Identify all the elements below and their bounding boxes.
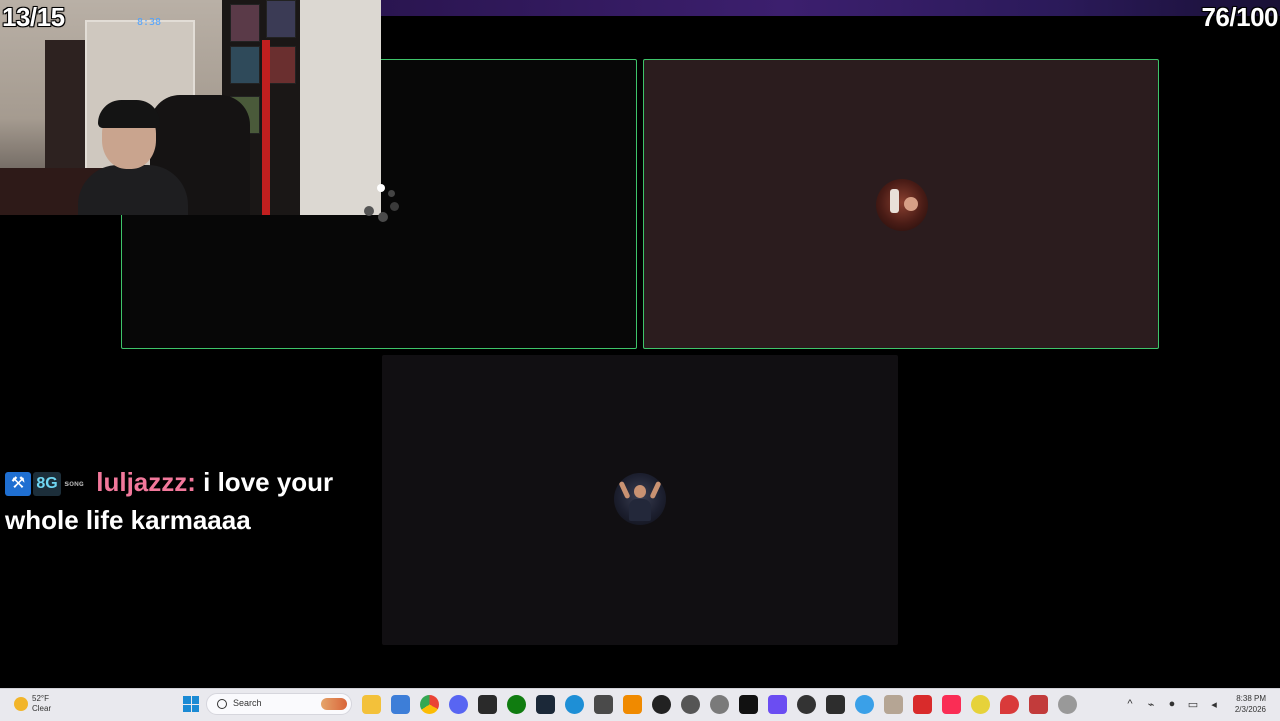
obs-icon[interactable]	[652, 695, 671, 714]
weather-temperature: 52°F	[32, 694, 49, 703]
monitor-icon[interactable]: ▭	[1187, 698, 1199, 711]
song-badge-icon: ꜱᴏɴɢ	[64, 479, 84, 489]
edge-icon[interactable]	[565, 695, 584, 714]
taskbar-date: 2/3/2026	[1234, 705, 1266, 714]
search-icon	[217, 699, 227, 709]
discord-icon[interactable]	[449, 695, 468, 714]
vlc-icon[interactable]	[623, 695, 642, 714]
search-placeholder: Search	[233, 698, 262, 708]
store-icon[interactable]	[391, 695, 410, 714]
participant-tile-3[interactable]	[382, 355, 898, 645]
app-dark-icon[interactable]	[739, 695, 758, 714]
chat-badges: ⚒ 8G ꜱᴏɴɢ	[5, 472, 85, 497]
sun-icon	[14, 697, 28, 711]
chevron-up-icon[interactable]: ^	[1124, 698, 1136, 711]
app-face-icon[interactable]	[971, 695, 990, 714]
webcam-clock-label: 8:38	[137, 17, 162, 28]
app-blue-icon[interactable]	[855, 695, 874, 714]
chrome-icon[interactable]	[420, 695, 439, 714]
network-icon[interactable]: ⌁	[1145, 698, 1157, 711]
participant-avatar	[614, 473, 666, 525]
volume-icon[interactable]: ◂	[1208, 698, 1220, 711]
chat-message: ⚒ 8G ꜱᴏɴɢ luljazzz: i love your whole li…	[5, 463, 375, 539]
moderator-badge-icon: ⚒	[5, 472, 31, 497]
settings-gear-icon[interactable]	[681, 695, 700, 714]
taskbar-search-box[interactable]: Search	[206, 693, 352, 715]
gear-icon[interactable]	[1058, 695, 1077, 714]
app-icon[interactable]	[710, 695, 729, 714]
weather-widget[interactable]: 52°F Clear	[14, 694, 51, 714]
left-counter: 13/15	[2, 2, 65, 32]
overlay-top-bar	[380, 0, 1280, 16]
app-figure-icon[interactable]	[884, 695, 903, 714]
system-tray: ^ ⌁ ● ▭ ◂	[1124, 698, 1220, 711]
apple-music-icon[interactable]	[942, 695, 961, 714]
app-red-icon[interactable]	[913, 695, 932, 714]
file-explorer-icon[interactable]	[362, 695, 381, 714]
terminal-icon[interactable]	[826, 695, 845, 714]
microphone-icon[interactable]: ●	[1166, 698, 1178, 711]
epic-games-icon[interactable]	[478, 695, 497, 714]
windows-start-icon[interactable]	[183, 696, 199, 712]
right-counter: 76/100	[1201, 2, 1278, 32]
windows-taskbar: 52°F Clear Search ^ ⌁ ● ▭ ◂ 8:38 PM 2/3/…	[0, 688, 1280, 721]
minecraft-icon[interactable]	[594, 695, 613, 714]
community-badge-icon: 8G	[33, 472, 61, 497]
taskbar-apps	[362, 695, 1077, 714]
chat-username: luljazzz:	[96, 467, 196, 497]
participant-avatar	[876, 179, 928, 231]
app-grid-icon[interactable]	[768, 695, 787, 714]
app-circle-icon[interactable]	[797, 695, 816, 714]
weather-condition: Clear	[32, 704, 52, 713]
participant-tile-2[interactable]	[643, 59, 1159, 349]
taskbar-clock[interactable]: 8:38 PM 2/3/2026	[1235, 693, 1266, 715]
taskbar-time: 8:38 PM	[1236, 694, 1266, 703]
document-icon[interactable]	[1029, 695, 1048, 714]
xbox-icon[interactable]	[507, 695, 526, 714]
loading-spinner-icon	[362, 182, 400, 222]
steam-icon[interactable]	[536, 695, 555, 714]
search-highlight-art	[321, 698, 347, 710]
pin-icon[interactable]	[1000, 695, 1019, 714]
